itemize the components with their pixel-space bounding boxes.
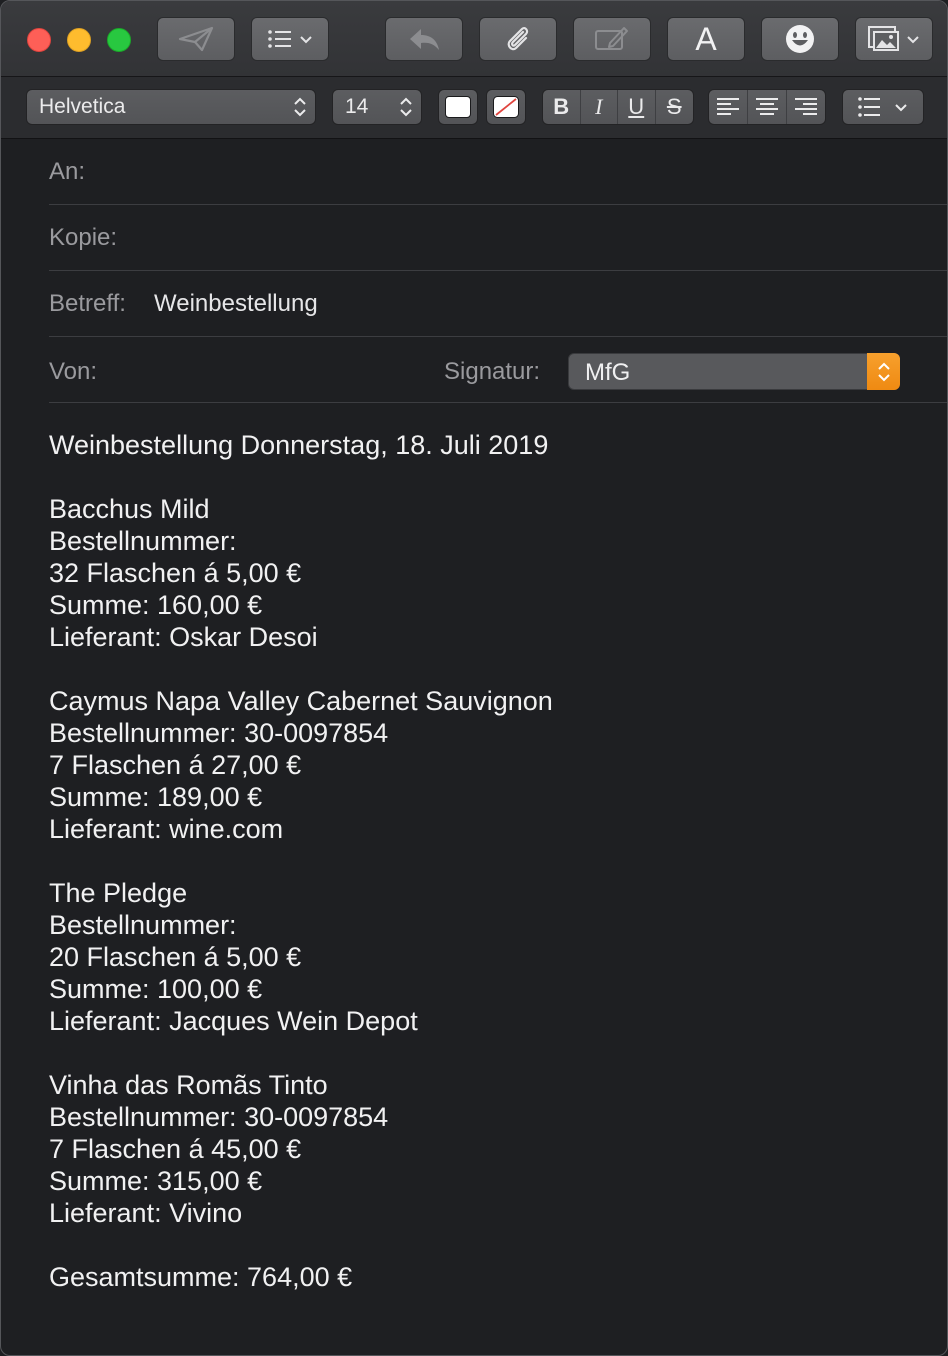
- text-color-button[interactable]: [438, 89, 478, 125]
- order-sum: Summe: 189,00 €: [49, 782, 263, 812]
- subject-input[interactable]: Weinbestellung: [154, 290, 318, 318]
- up-down-arrows-icon: [877, 362, 890, 381]
- up-down-arrows-icon: [294, 97, 306, 117]
- order-supplier: Lieferant: wine.com: [49, 814, 284, 844]
- minimize-window-button[interactable]: [67, 28, 91, 52]
- align-center-button[interactable]: [748, 90, 787, 124]
- emoji-icon: [786, 25, 814, 53]
- order-number: Bestellnummer: 30-0097854: [49, 1102, 389, 1132]
- cc-field-row: Kopie:: [49, 204, 947, 271]
- font-family-value: Helvetica: [39, 95, 126, 118]
- from-label: Von:: [49, 358, 98, 385]
- photo-browser-button[interactable]: [855, 17, 933, 61]
- emoji-button[interactable]: [761, 17, 839, 61]
- text-color-swatch: [445, 96, 471, 118]
- chevron-down-icon: [907, 36, 919, 44]
- zoom-window-button[interactable]: [107, 28, 131, 52]
- chevron-down-icon: [895, 104, 907, 112]
- font-family-select[interactable]: Helvetica: [26, 89, 316, 125]
- signature-value: MfG: [585, 359, 631, 386]
- cc-label: Kopie:: [49, 224, 118, 251]
- photo-browser-icon: [868, 26, 899, 51]
- font-icon: A: [695, 20, 717, 57]
- order-name: Caymus Napa Valley Cabernet Sauvignon: [49, 686, 553, 716]
- subject-label: Betreff:: [49, 290, 126, 317]
- no-color-swatch-icon: [493, 96, 519, 118]
- paperclip-icon: [507, 27, 529, 51]
- list-menu-icon: [268, 30, 291, 48]
- strikethrough-button[interactable]: S: [656, 90, 693, 124]
- align-right-icon: [794, 98, 817, 115]
- italic-button[interactable]: I: [581, 90, 618, 124]
- to-label: An:: [49, 158, 86, 185]
- align-left-button[interactable]: [709, 90, 749, 124]
- order-sum: Summe: 160,00 €: [49, 590, 263, 620]
- markup-icon: [595, 27, 628, 50]
- signature-select[interactable]: MfG: [568, 353, 900, 390]
- underline-button[interactable]: U: [618, 90, 656, 124]
- order-quantity: 20 Flaschen á 5,00 €: [49, 942, 302, 972]
- subject-field-row: Betreff: Weinbestellung: [49, 270, 947, 337]
- order-name: The Pledge: [49, 878, 188, 908]
- to-field-row: An:: [49, 138, 947, 205]
- send-button[interactable]: [157, 17, 235, 61]
- font-size-select[interactable]: 14: [332, 89, 422, 125]
- up-down-arrows-icon: [400, 97, 412, 117]
- order-supplier: Lieferant: Vivino: [49, 1198, 243, 1228]
- close-window-button[interactable]: [27, 28, 51, 52]
- order-supplier: Lieferant: Jacques Wein Depot: [49, 1006, 418, 1036]
- chevron-down-icon: [300, 36, 312, 44]
- mail-compose-window: A Helvetica 14 B I U S An: Kopie: Betref…: [0, 0, 948, 1356]
- from-field-row: Von: Signatur: MfG: [49, 336, 947, 403]
- attach-button[interactable]: [479, 17, 557, 61]
- order-supplier: Lieferant: Oskar Desoi: [49, 622, 318, 652]
- order-sum: Summe: 100,00 €: [49, 974, 263, 1004]
- bold-button[interactable]: B: [543, 90, 581, 124]
- message-body[interactable]: Weinbestellung Donnerstag, 18. Juli 2019…: [49, 429, 553, 1293]
- font-size-value: 14: [345, 95, 369, 118]
- text-style-segment: B I U S: [542, 89, 694, 125]
- list-style-button[interactable]: [842, 89, 924, 125]
- order-name: Vinha das Romãs Tinto: [49, 1070, 328, 1100]
- reply-button[interactable]: [385, 17, 463, 61]
- send-icon: [178, 26, 214, 52]
- order-sum: Summe: 315,00 €: [49, 1166, 263, 1196]
- order-number: Bestellnummer: 30-0097854: [49, 718, 389, 748]
- order-number: Bestellnummer:: [49, 910, 237, 940]
- align-center-icon: [756, 98, 778, 115]
- order-quantity: 7 Flaschen á 27,00 €: [49, 750, 302, 780]
- header-fields-menu-button[interactable]: [251, 17, 329, 61]
- order-quantity: 7 Flaschen á 45,00 €: [49, 1134, 302, 1164]
- alignment-segment: [708, 89, 826, 125]
- format-bar: Helvetica 14 B I U S: [1, 77, 947, 139]
- bulleted-list-icon: [858, 97, 880, 117]
- signature-label: Signatur:: [444, 358, 541, 385]
- fonts-button[interactable]: A: [667, 17, 745, 61]
- message-heading: Weinbestellung Donnerstag, 18. Juli 2019: [49, 430, 549, 460]
- markup-button[interactable]: [573, 17, 651, 61]
- toolbar: A: [1, 1, 947, 77]
- order-quantity: 32 Flaschen á 5,00 €: [49, 558, 302, 588]
- align-right-button[interactable]: [787, 90, 825, 124]
- order-name: Bacchus Mild: [49, 494, 210, 524]
- background-color-button[interactable]: [486, 89, 526, 125]
- align-left-icon: [717, 98, 740, 115]
- reply-icon: [410, 29, 439, 50]
- order-total: Gesamtsumme: 764,00 €: [49, 1262, 353, 1292]
- order-number: Bestellnummer:: [49, 526, 237, 556]
